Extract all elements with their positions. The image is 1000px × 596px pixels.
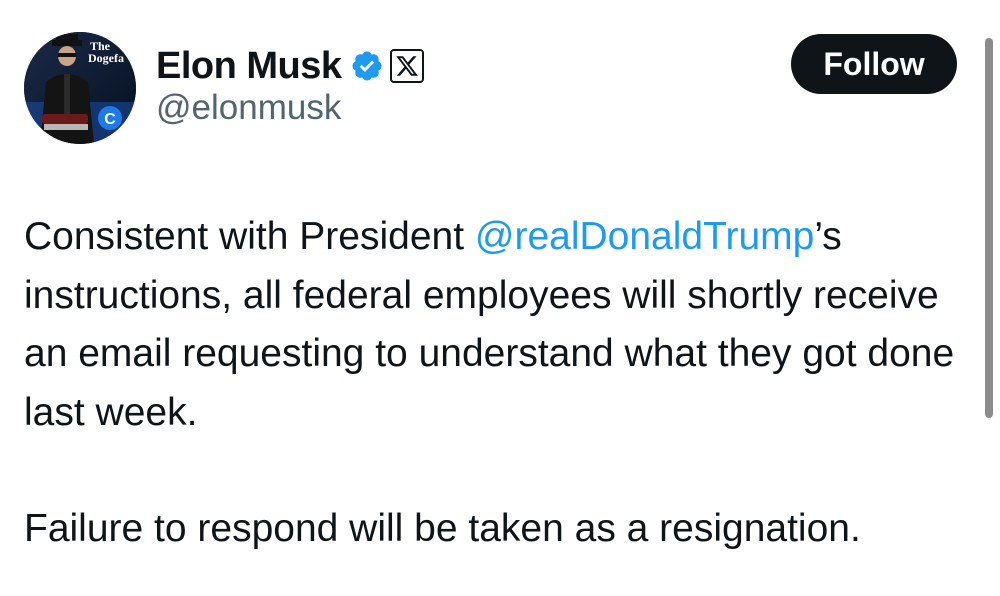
x-logo-icon[interactable] bbox=[389, 49, 424, 83]
tweet-paragraph-2: Failure to respond will be taken as a re… bbox=[24, 507, 861, 550]
tweet-text-before-mention: Consistent with President bbox=[24, 215, 475, 258]
display-name[interactable]: Elon Musk bbox=[156, 45, 342, 88]
verified-checkmark-icon[interactable] bbox=[350, 49, 384, 83]
tweet-paragraph-1: Consistent with President @realDonaldTru… bbox=[24, 208, 964, 442]
author-handle[interactable]: @elonmusk bbox=[156, 88, 341, 128]
scrollbar[interactable] bbox=[985, 38, 993, 418]
avatar-image: C The Dogefa bbox=[24, 32, 136, 144]
avatar-badge-letter: C bbox=[104, 111, 116, 128]
avatar-hat-text-2: Dogefa bbox=[88, 51, 124, 65]
follow-button[interactable]: Follow bbox=[791, 34, 957, 94]
tweet: C The Dogefa Elon Musk @elonmusk Follow … bbox=[0, 0, 1000, 596]
mention-link[interactable]: @realDonaldTrump bbox=[475, 215, 814, 258]
author-name-row: Elon Musk bbox=[156, 40, 424, 92]
tweet-text: Consistent with President @realDonaldTru… bbox=[24, 208, 964, 559]
avatar[interactable]: C The Dogefa bbox=[24, 32, 136, 144]
